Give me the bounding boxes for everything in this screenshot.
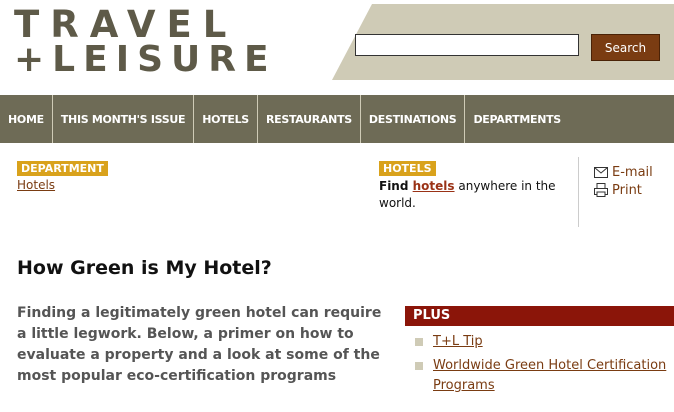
hotels-text-pre: Find [379, 179, 413, 193]
nav-item-home[interactable]: HOME [0, 95, 53, 143]
page-title: How Green is My Hotel? [17, 257, 272, 279]
hotels-finder-link[interactable]: hotels [413, 179, 455, 193]
plus-link-tl-tip[interactable]: T+L Tip [433, 332, 483, 352]
bullet-icon [415, 338, 423, 346]
list-item: Worldwide Green Hotel Certification Prog… [415, 356, 674, 396]
nav-item-destinations[interactable]: DESTINATIONS [361, 95, 466, 143]
envelope-icon [594, 166, 608, 178]
article-intro: Finding a legitimately green hotel can r… [17, 305, 382, 384]
logo-line-2: +LEISURE [14, 39, 277, 80]
nav-item-departments[interactable]: DEPARTMENTS [465, 95, 568, 143]
main-nav: HOME THIS MONTH'S ISSUE HOTELS RESTAURAN… [0, 95, 674, 143]
department-box: DEPARTMENT Hotels [17, 157, 108, 192]
plus-link-certification-programs[interactable]: Worldwide Green Hotel Certification Prog… [433, 356, 674, 396]
logo-line-1: TRAVEL [14, 3, 238, 46]
nav-item-hotels[interactable]: HOTELS [194, 95, 258, 143]
article-tools: E-mail Print [594, 163, 653, 199]
nav-item-this-months-issue[interactable]: THIS MONTH'S ISSUE [53, 95, 195, 143]
site-header: TRAVEL +LEISURE Search [0, 0, 674, 80]
tools-divider [578, 157, 579, 227]
printer-icon [594, 183, 608, 197]
department-label: DEPARTMENT [17, 161, 108, 176]
search-input[interactable] [355, 34, 579, 56]
list-item: T+L Tip [415, 332, 674, 352]
plus-sidebar: PLUS T+L Tip Worldwide Green Hotel Certi… [405, 306, 674, 400]
nav-item-restaurants[interactable]: RESTAURANTS [258, 95, 361, 143]
print-tool[interactable]: Print [594, 181, 653, 199]
search-button[interactable]: Search [591, 34, 660, 61]
print-link[interactable]: Print [612, 183, 642, 198]
plus-list: T+L Tip Worldwide Green Hotel Certificat… [405, 332, 674, 396]
bullet-icon [415, 362, 423, 370]
hotels-label: HOTELS [379, 161, 436, 176]
department-link-hotels[interactable]: Hotels [17, 178, 108, 192]
hotels-box: HOTELS Find hotels anywhere in the world… [379, 157, 564, 212]
email-link[interactable]: E-mail [612, 165, 653, 180]
hotels-description: Find hotels anywhere in the world. [379, 178, 564, 212]
plus-header: PLUS [405, 306, 674, 326]
email-tool[interactable]: E-mail [594, 163, 653, 181]
